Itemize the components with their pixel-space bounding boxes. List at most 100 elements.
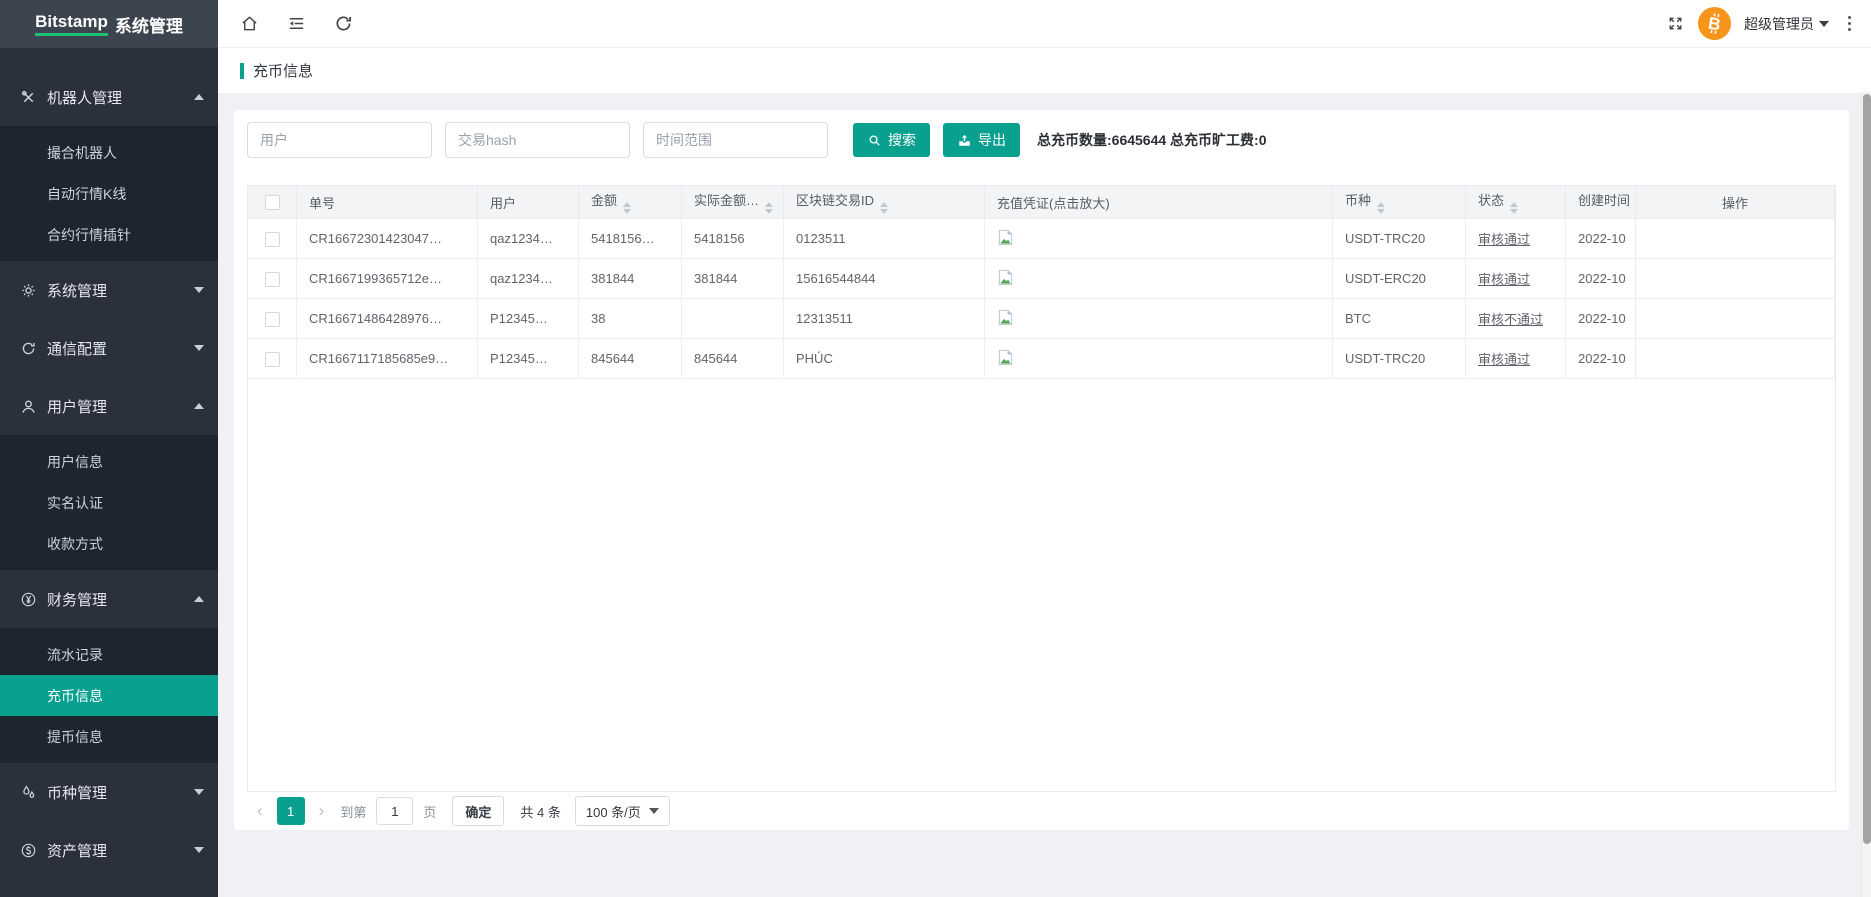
goto-page-label: 到第 <box>340 802 366 821</box>
cell-coin: USDT-ERC20 <box>1333 259 1466 299</box>
submenu: 用户信息 实名认证 收款方式 <box>0 435 218 570</box>
expand-arrow-icon <box>194 287 204 293</box>
cell-actual_amount <box>682 299 784 339</box>
status-link[interactable]: 审核不通过 <box>1478 312 1543 327</box>
sidebar-item-auto-kline[interactable]: 自动行情K线 <box>0 173 218 214</box>
sidebar-group-label: 资产管理 <box>47 840 194 861</box>
column-header-actual_amount[interactable]: 实际金额… <box>682 186 784 219</box>
prev-page-button[interactable]: ‹ <box>247 801 273 821</box>
cell-tx_id: 0123511 <box>784 219 985 259</box>
sidebar: Bitstamp 系统管理 机器人管理 撮合机器人 自动行情K线 合约行情插针 … <box>0 0 218 897</box>
row-checkbox[interactable] <box>265 352 280 367</box>
sidebar-group-system-management[interactable]: 系统管理 <box>0 261 218 319</box>
page-size-value: 100 条/页 <box>586 802 641 821</box>
table-row: CR16672301423047…qaz1234…5418156…5418156… <box>248 219 1836 259</box>
goto-page-input[interactable] <box>376 797 413 825</box>
sidebar-item-realname-auth[interactable]: 实名认证 <box>0 482 218 523</box>
sort-caret-icon[interactable] <box>623 202 631 214</box>
user-filter-input[interactable] <box>247 122 432 158</box>
deposit-voucher-image[interactable] <box>997 229 1014 246</box>
fullscreen-icon[interactable] <box>1666 14 1685 33</box>
user-menu[interactable]: 超级管理员 <box>1744 14 1829 34</box>
sidebar-group-finance-management[interactable]: 财务管理 <box>0 570 218 628</box>
topbar: B 超级管理员 <box>218 0 1871 48</box>
column-header-voucher: 充值凭证(点击放大) <box>985 186 1333 219</box>
status-link[interactable]: 审核通过 <box>1478 232 1530 247</box>
search-button-label: 搜索 <box>888 130 916 150</box>
cell-coin: BTC <box>1333 299 1466 339</box>
export-button[interactable]: 导出 <box>943 123 1020 157</box>
sidebar-group-label: 币种管理 <box>47 782 194 803</box>
deposit-table-scroll[interactable]: 单号用户金额实际金额…区块链交易ID充值凭证(点击放大)币种状态创建时间操作 C… <box>247 185 1836 792</box>
page-number-button[interactable]: 1 <box>277 797 305 825</box>
sidebar-item-deposit-info[interactable]: 充币信息 <box>0 675 218 716</box>
deposit-voucher-image[interactable] <box>997 269 1014 286</box>
sort-caret-icon[interactable] <box>880 202 888 214</box>
cell-tx_id: 15616544844 <box>784 259 985 299</box>
time-range-filter-input[interactable] <box>643 122 828 158</box>
table-row: CR16671486428976…P12345…3812313511BTC审核不… <box>248 299 1836 339</box>
column-label: 创建时间 <box>1578 193 1630 208</box>
column-header-tx_id[interactable]: 区块链交易ID <box>784 186 985 219</box>
fold-menu-icon[interactable] <box>287 14 306 33</box>
bitcoin-avatar-icon[interactable]: B <box>1698 7 1731 40</box>
breadcrumb-marker <box>240 63 244 79</box>
drops-icon <box>20 784 37 801</box>
sidebar-item-matching-robot[interactable]: 撮合机器人 <box>0 132 218 173</box>
cell-coin: USDT-TRC20 <box>1333 219 1466 259</box>
next-page-button[interactable]: › <box>309 801 335 821</box>
sidebar-item-contract-pin[interactable]: 合约行情插针 <box>0 214 218 255</box>
sidebar-item-label: 合约行情插针 <box>47 225 131 245</box>
tx-hash-filter-input[interactable] <box>445 122 630 158</box>
row-checkbox[interactable] <box>265 272 280 287</box>
sidebar-item-payment-method[interactable]: 收款方式 <box>0 523 218 564</box>
vertical-scrollbar-thumb[interactable] <box>1863 94 1871 844</box>
sidebar-item-label: 收款方式 <box>47 534 103 554</box>
sidebar-item-label: 实名认证 <box>47 493 103 513</box>
column-header-order_no: 单号 <box>297 186 478 219</box>
page-size-select[interactable]: 100 条/页 <box>575 796 670 826</box>
sidebar-group-robot-management[interactable]: 机器人管理 <box>0 68 218 126</box>
sort-caret-icon[interactable] <box>765 202 773 214</box>
total-count-label: 共 4 条 <box>520 802 560 821</box>
sidebar-item-label: 自动行情K线 <box>47 184 126 204</box>
sidebar-group-communication-config[interactable]: 通信配置 <box>0 319 218 377</box>
confirm-page-button[interactable]: 确定 <box>452 796 504 826</box>
sort-caret-icon[interactable] <box>1377 202 1385 214</box>
more-menu-icon[interactable] <box>1842 12 1857 35</box>
user-icon <box>20 398 37 415</box>
vertical-scrollbar[interactable] <box>1861 92 1871 897</box>
deposit-voucher-image[interactable] <box>997 309 1014 326</box>
sidebar-item-flow-records[interactable]: 流水记录 <box>0 634 218 675</box>
select-all-checkbox[interactable] <box>265 195 280 210</box>
sidebar-item-withdraw-info[interactable]: 提币信息 <box>0 716 218 757</box>
row-checkbox[interactable] <box>265 232 280 247</box>
column-label: 区块链交易ID <box>796 193 874 208</box>
cell-user: qaz1234… <box>478 259 579 299</box>
topbar-right: B 超级管理员 <box>1666 7 1871 40</box>
home-icon[interactable] <box>240 14 259 33</box>
refresh-icon[interactable] <box>334 14 353 33</box>
column-header-coin[interactable]: 币种 <box>1333 186 1466 219</box>
row-checkbox[interactable] <box>265 312 280 327</box>
status-link[interactable]: 审核通过 <box>1478 272 1530 287</box>
sidebar-group-coin-management[interactable]: 币种管理 <box>0 763 218 821</box>
column-header-amount[interactable]: 金额 <box>579 186 682 219</box>
sort-caret-icon[interactable] <box>1510 202 1518 214</box>
search-button[interactable]: 搜索 <box>853 123 930 157</box>
column-header-status[interactable]: 状态 <box>1466 186 1566 219</box>
sidebar-item-user-info[interactable]: 用户信息 <box>0 441 218 482</box>
sidebar-group-user-management[interactable]: 用户管理 <box>0 377 218 435</box>
status-link[interactable]: 审核通过 <box>1478 352 1530 367</box>
sidebar-group-asset-management[interactable]: 资产管理 <box>0 821 218 879</box>
cell-action <box>1635 219 1835 259</box>
table-row: CR1667199365712e…qaz1234…381844381844156… <box>248 259 1836 299</box>
pagination: ‹ 1 › 到第 页 确定 共 4 条 100 条/页 <box>247 796 670 826</box>
cell-order_no: CR16672301423047… <box>297 219 478 259</box>
cell-amount: 845644 <box>579 339 682 379</box>
cell-amount: 38 <box>579 299 682 339</box>
deposit-voucher-image[interactable] <box>997 349 1014 366</box>
cell-user: qaz1234… <box>478 219 579 259</box>
cell-action <box>1635 299 1835 339</box>
cell-order_no: CR1667199365712e… <box>297 259 478 299</box>
